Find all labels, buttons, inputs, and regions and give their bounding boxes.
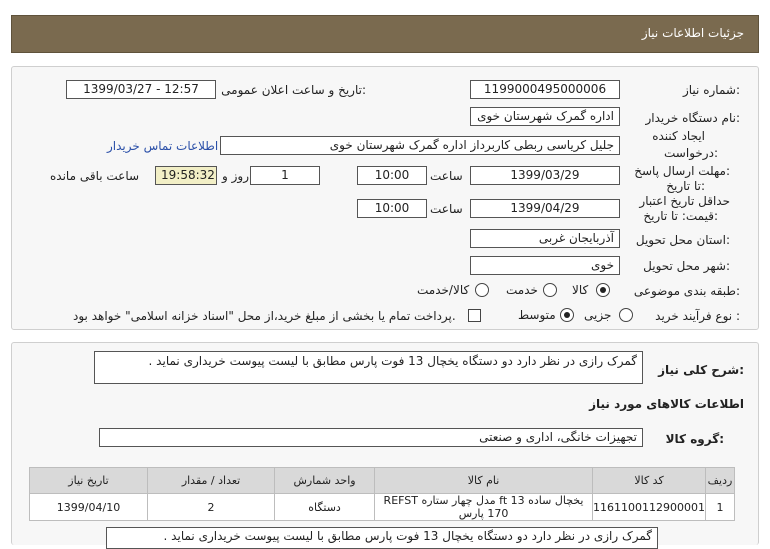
category-goods-label: کالا (572, 283, 589, 297)
province-field: آذربایجان غربی (470, 229, 620, 248)
group-label: گروه کالا: (665, 432, 724, 446)
process-radio-minor[interactable] (619, 308, 633, 322)
table-row: 1 1161100112900001 یخچال ساده 13 ft مدل … (28, 493, 735, 521)
remaining-label: ساعت باقی مانده (50, 169, 140, 183)
category-service-label: خدمت (506, 283, 538, 297)
creator-field: جلیل کریاسی ربطی کاربرداز اداره گمرک شهر… (220, 136, 620, 155)
deadline-time-label: ساعت (430, 169, 463, 183)
deadline-date-field: 1399/03/29 (470, 166, 620, 185)
category-radio-both[interactable] (475, 283, 489, 297)
page-title: جزئیات اطلاعات نیاز (641, 26, 744, 40)
footer-description-box: گمرک رازی در نظر دارد دو دستگاه یخچال 13… (106, 527, 658, 549)
col-code: کد کالا (592, 467, 706, 494)
creator-label-2: درخواست: (664, 146, 718, 160)
category-radio-goods[interactable] (596, 283, 610, 297)
validity-time-label: ساعت (430, 202, 463, 216)
payment-note: پرداخت تمام یا بخشی از مبلغ خرید،از محل … (73, 309, 456, 323)
items-table-header: ردیف کد کالا نام کالا واحد شمارش تعداد /… (28, 467, 735, 494)
col-row: ردیف (705, 467, 735, 494)
group-field: تجهیزات خانگی، اداری و صنعتی (99, 428, 643, 447)
items-section-title: اطلاعات کالاهای مورد نیاز (589, 397, 744, 411)
need-number-field: 1199000495000006 (470, 80, 620, 99)
creator-label-1: ایجاد کننده (652, 129, 705, 143)
summary-text-box: گمرک رازی در نظر دارد دو دستگاه یخچال 13… (94, 351, 643, 384)
deadline-label-2: تا تاریخ: (666, 179, 705, 193)
cell-unit: دستگاه (274, 493, 376, 521)
cell-row: 1 (705, 493, 735, 521)
treasury-checkbox[interactable] (468, 309, 481, 322)
process-radio-medium[interactable] (560, 308, 574, 322)
process-label: نوع فرآیند خرید : (655, 309, 740, 323)
city-field: خوی (470, 256, 620, 275)
cell-date: 1399/04/10 (28, 493, 149, 521)
items-table: ردیف کد کالا نام کالا واحد شمارش تعداد /… (28, 467, 735, 521)
cell-qty: 2 (147, 493, 276, 521)
cell-code: 1161100112900001 (592, 493, 706, 521)
need-number-label: شماره نیاز: (682, 83, 740, 97)
days-label: روز و (222, 169, 249, 183)
deadline-label-1: مهلت ارسال پاسخ: (634, 164, 730, 178)
validity-label-2: قیمت: تا تاریخ: (643, 209, 718, 223)
days-field: 1 (250, 166, 320, 185)
validity-label-1: حداقل تاریخ اعتبار (639, 194, 730, 208)
category-label: طبقه بندی موضوعی: (633, 284, 740, 298)
remaining-time-field: 19:58:32 (155, 166, 217, 185)
process-minor-label: جزیی (584, 308, 612, 322)
col-date: تاریخ نیاز (28, 467, 149, 494)
city-label: شهر محل تحویل: (643, 259, 730, 273)
validity-time-field: 10:00 (357, 199, 427, 218)
col-name: نام کالا (374, 467, 594, 494)
deadline-time-field: 10:00 (357, 166, 427, 185)
cell-name: یخچال ساده 13 ft مدل چهار ستاره REFST 17… (374, 493, 594, 521)
buyer-org-label: نام دستگاه خریدار: (645, 111, 741, 125)
province-label: استان محل تحویل: (635, 233, 730, 247)
process-medium-label: متوسط (518, 308, 556, 322)
contact-buyer-link[interactable]: اطلاعات تماس خریدار (107, 139, 218, 153)
header-bar: جزئیات اطلاعات نیاز (11, 15, 759, 53)
buyer-org-field: اداره گمرک شهرستان خوی (470, 107, 620, 126)
col-qty: تعداد / مقدار (147, 467, 276, 494)
announce-label: تاریخ و ساعت اعلان عمومی: (221, 83, 366, 97)
col-unit: واحد شمارش (274, 467, 376, 494)
category-both-label: کالا/خدمت (417, 283, 470, 297)
announce-field: 1399/03/27 - 12:57 (66, 80, 216, 99)
validity-date-field: 1399/04/29 (470, 199, 620, 218)
category-radio-service[interactable] (543, 283, 557, 297)
summary-label: شرح کلی نیاز: (658, 363, 744, 377)
